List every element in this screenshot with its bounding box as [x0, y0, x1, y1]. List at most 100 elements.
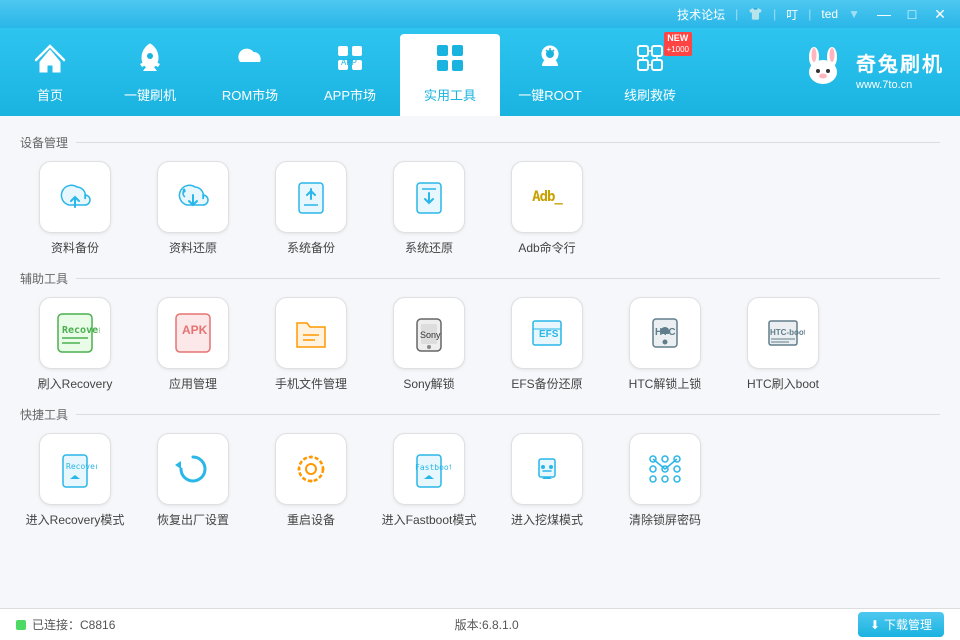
connection-text: 已连接：C8816 — [32, 616, 115, 633]
app-icon: APP — [332, 40, 368, 81]
factory-reset-label: 恢复出厂设置 — [157, 511, 229, 528]
svg-text:HTC-boot: HTC-boot — [770, 328, 805, 337]
svg-text:Fastboot: Fastboot — [415, 463, 451, 472]
assist-tools-grid: Recovery 刷入Recovery APK 应用管理 — [20, 297, 940, 392]
home-label: 首页 — [37, 85, 63, 104]
tool-sony[interactable]: Sony Sony解锁 — [374, 297, 484, 392]
tool-htc-boot[interactable]: HTC-boot HTC刷入boot — [728, 297, 838, 392]
shirt-icon[interactable]: 👕 — [748, 7, 763, 21]
nav-item-rom-market[interactable]: ROM市场 — [200, 28, 300, 116]
nav-item-home[interactable]: 首页 — [0, 28, 100, 116]
tool-efs[interactable]: EFS EFS备份还原 — [492, 297, 602, 392]
tool-htc-unlock[interactable]: HTC HTC解锁上锁 — [610, 297, 720, 392]
tool-clear-lockscreen[interactable]: 清除锁屏密码 — [610, 433, 720, 528]
svg-text:APK: APK — [182, 323, 208, 337]
maximize-button[interactable]: □ — [898, 0, 926, 28]
tool-files[interactable]: 手机文件管理 — [256, 297, 366, 392]
connection-dot — [16, 620, 26, 630]
sys-restore-icon — [393, 161, 465, 233]
tool-apk[interactable]: APK 应用管理 — [138, 297, 248, 392]
section-assist-tools: 辅助工具 — [20, 270, 940, 287]
htc-boot-icon: HTC-boot — [747, 297, 819, 369]
app-market-label: APP市场 — [324, 85, 376, 104]
clear-lockscreen-label: 清除锁屏密码 — [629, 511, 701, 528]
logo-text: 奇兔刷机 www.7to.cn — [856, 52, 944, 92]
navbar: 首页 一键刷机 ROM市场 — [0, 28, 960, 116]
tool-data-backup[interactable]: 资料备份 — [20, 161, 130, 256]
svg-text:EFS: EFS — [539, 329, 559, 340]
tool-digging-mode[interactable]: 进入挖煤模式 — [492, 433, 602, 528]
nav-item-wire-flash[interactable]: NEW +1000 线刷救砖 — [600, 28, 700, 116]
svg-text:Sony: Sony — [420, 330, 441, 340]
tool-sys-restore[interactable]: 系统还原 — [374, 161, 484, 256]
data-backup-icon — [39, 161, 111, 233]
nav-item-tools[interactable]: 实用工具 — [400, 34, 500, 116]
titlebar: 技术论坛 | 👕 | 叮 | ted ▼ — □ ✕ — [0, 0, 960, 28]
tool-adb[interactable]: Adb_ Adb命令行 — [492, 161, 602, 256]
adb-icon: Adb_ — [511, 161, 583, 233]
statusbar: 已连接：C8816 版本:6.8.1.0 ⬇ 下载管理 — [0, 608, 960, 640]
chat-link[interactable]: 叮 — [786, 6, 798, 23]
tool-recovery-mode[interactable]: Recovery 进入Recovery模式 — [20, 433, 130, 528]
data-restore-icon — [157, 161, 229, 233]
nav-item-app-market[interactable]: APP APP市场 — [300, 28, 400, 116]
tool-reboot[interactable]: 重启设备 — [256, 433, 366, 528]
forum-link[interactable]: 技术论坛 — [677, 6, 725, 23]
files-label: 手机文件管理 — [275, 375, 347, 392]
titlebar-links: 技术论坛 | 👕 | 叮 | ted ▼ — [677, 6, 860, 23]
sys-restore-label: 系统还原 — [405, 239, 453, 256]
htc-boot-label: HTC刷入boot — [747, 375, 819, 392]
window-controls: — □ ✕ — [870, 0, 954, 28]
logo-area: 奇兔刷机 www.7to.cn — [798, 28, 960, 116]
quick-tools-grid: Recovery 进入Recovery模式 恢复出厂设置 — [20, 433, 940, 528]
reboot-label: 重启设备 — [287, 511, 335, 528]
tool-sys-backup[interactable]: 系统备份 — [256, 161, 366, 256]
tool-recovery[interactable]: Recovery 刷入Recovery — [20, 297, 130, 392]
device-management-grid: 资料备份 资料还原 系统备份 — [20, 161, 940, 256]
efs-label: EFS备份还原 — [511, 375, 582, 392]
htc-unlock-icon: HTC — [629, 297, 701, 369]
user-label: ted — [821, 7, 838, 21]
rom-market-label: ROM市场 — [222, 85, 278, 104]
tool-data-restore[interactable]: 资料还原 — [138, 161, 248, 256]
factory-reset-icon — [157, 433, 229, 505]
new-badge: NEW +1000 — [664, 32, 692, 56]
recovery-label: 刷入Recovery — [38, 375, 113, 392]
version-text: 版本:6.8.1.0 — [455, 616, 519, 633]
tools-icon — [432, 40, 468, 81]
digging-mode-icon — [511, 433, 583, 505]
logo-rabbit-icon — [798, 42, 848, 102]
svg-text:Recovery: Recovery — [66, 462, 97, 471]
nav-item-onekey-root[interactable]: 一键ROOT — [500, 28, 600, 116]
logo-name: 奇兔刷机 — [856, 52, 944, 78]
onekey-root-label: 一键ROOT — [518, 85, 582, 104]
root-icon — [532, 40, 568, 81]
logo-url: www.7to.cn — [856, 78, 944, 92]
clear-lockscreen-icon — [629, 433, 701, 505]
tool-fastboot-mode[interactable]: Fastboot 进入Fastboot模式 — [374, 433, 484, 528]
fastboot-mode-label: 进入Fastboot模式 — [382, 511, 477, 528]
rocket-icon — [132, 40, 168, 81]
adb-label: Adb命令行 — [518, 239, 575, 256]
sys-backup-label: 系统备份 — [287, 239, 335, 256]
recovery-icon: Recovery — [39, 297, 111, 369]
minimize-button[interactable]: — — [870, 0, 898, 28]
status-connection: 已连接：C8816 — [16, 616, 115, 633]
wire-flash-icon — [632, 40, 668, 81]
sony-icon: Sony — [393, 297, 465, 369]
data-restore-label: 资料还原 — [169, 239, 217, 256]
wire-flash-label: 线刷救砖 — [624, 85, 676, 104]
download-icon: ⬇ — [870, 618, 880, 632]
apk-icon: APK — [157, 297, 229, 369]
svg-text:Recovery: Recovery — [62, 325, 100, 336]
nav-item-onekey-flash[interactable]: 一键刷机 — [100, 28, 200, 116]
tools-label: 实用工具 — [424, 85, 476, 104]
sys-backup-icon — [275, 161, 347, 233]
tool-factory-reset[interactable]: 恢复出厂设置 — [138, 433, 248, 528]
home-icon — [32, 40, 68, 81]
recovery-mode-icon: Recovery — [39, 433, 111, 505]
download-label: 下载管理 — [884, 616, 932, 633]
download-button[interactable]: ⬇ 下载管理 — [858, 612, 944, 637]
section-device-management: 设备管理 — [20, 134, 940, 151]
close-button[interactable]: ✕ — [926, 0, 954, 28]
